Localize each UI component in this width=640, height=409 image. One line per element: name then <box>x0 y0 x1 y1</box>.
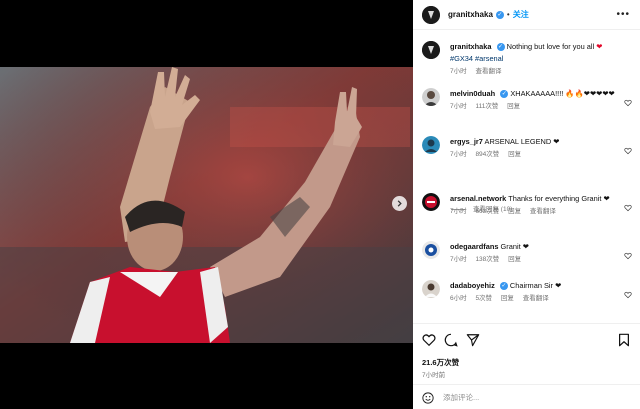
reply-button[interactable]: 回复 <box>507 103 520 110</box>
post-photo[interactable] <box>0 67 413 343</box>
heart-icon[interactable] <box>422 333 436 347</box>
commenter-avatar[interactable] <box>422 241 440 259</box>
commenter-avatar[interactable] <box>422 280 440 298</box>
share-icon[interactable] <box>466 333 480 347</box>
next-image-button[interactable] <box>392 196 407 211</box>
comment-time: 7小时 <box>450 208 467 215</box>
more-icon[interactable]: ••• <box>616 9 630 20</box>
comment-username[interactable]: arsenal.network <box>450 194 506 203</box>
translate-button[interactable]: 查看翻译 <box>523 295 549 302</box>
author-avatar[interactable] <box>422 41 440 59</box>
likes-count[interactable]: 21.6万次赞 <box>422 357 459 368</box>
post-actions: 21.6万次赞 7小时前 <box>413 323 640 383</box>
reply-button[interactable]: 回复 <box>508 208 521 215</box>
caption-username[interactable]: granitxhaka <box>450 42 492 51</box>
commenter-avatar[interactable] <box>422 88 440 106</box>
emoji-icon[interactable] <box>422 391 434 404</box>
translate-button[interactable]: 查看翻译 <box>530 208 556 215</box>
comments-list[interactable]: granitxhaka ✓ Nothing but love for you a… <box>413 31 640 323</box>
add-comment-bar <box>413 384 640 409</box>
reply-button[interactable]: 回复 <box>508 151 521 158</box>
author-username[interactable]: granitxhaka <box>448 10 493 19</box>
caption-hashtags[interactable]: #GX34 #arsenal <box>450 54 503 63</box>
heart-icon[interactable] <box>624 94 632 107</box>
author-avatar[interactable] <box>422 5 440 24</box>
comment-text: XHAKAAAAA!!!! 🔥🔥❤❤❤❤❤ <box>510 89 615 98</box>
comment-text: Thanks for everything Granit ❤ <box>508 194 610 203</box>
verified-icon: ✓ <box>495 10 504 19</box>
comment-text: Chairman Sir ❤ <box>509 281 562 290</box>
comment-likes[interactable]: 5次赞 <box>475 295 492 302</box>
comment-username[interactable]: ergys_jr7 <box>450 137 483 146</box>
reply-button[interactable]: 回复 <box>508 256 521 263</box>
comment-username[interactable]: odegaardfans <box>450 242 498 251</box>
commenter-avatar[interactable] <box>422 136 440 154</box>
heart-icon[interactable] <box>624 199 632 212</box>
separator-dot: • <box>506 10 510 19</box>
comment-time: 7小时 <box>450 151 467 158</box>
comment-likes[interactable]: 111次赞 <box>475 103 498 110</box>
verified-icon: ✓ <box>500 90 509 99</box>
comment-time: 6小时 <box>450 295 467 302</box>
caption-time: 7小时 <box>450 68 467 75</box>
post-header: granitxhaka ✓ • 关注 ••• <box>413 0 640 30</box>
bookmark-icon[interactable] <box>617 333 631 347</box>
heart-icon[interactable] <box>624 142 632 155</box>
comment-text: Granit ❤ <box>500 242 529 251</box>
comment-time: 7小时 <box>450 256 467 263</box>
next-arrow-icon <box>395 195 404 213</box>
comment-likes[interactable]: 894次赞 <box>475 151 499 158</box>
post-time: 7小时前 <box>422 372 446 379</box>
heart-icon[interactable] <box>624 286 632 299</box>
verified-icon: ✓ <box>499 282 508 291</box>
comment-input[interactable] <box>443 390 593 404</box>
caption-heart: ❤ <box>596 42 603 51</box>
comment-username[interactable]: melvin0duah <box>450 89 495 98</box>
comment-text: ARSENAL LEGEND ❤ <box>484 137 560 146</box>
heart-icon[interactable] <box>624 247 632 260</box>
commenter-avatar[interactable] <box>422 193 440 211</box>
follow-button[interactable]: 关注 <box>513 9 529 20</box>
comment-time: 7小时 <box>450 103 467 110</box>
caption-text: Nothing but love for you all <box>506 42 595 51</box>
caption-translate[interactable]: 查看翻译 <box>475 68 501 75</box>
comment-likes[interactable]: 138次赞 <box>475 256 499 263</box>
post-media-panel <box>0 0 413 409</box>
player-photo-illustration <box>0 67 413 343</box>
comment-icon[interactable] <box>444 333 458 347</box>
comment-username[interactable]: dadaboyehiz <box>450 281 495 290</box>
reply-button[interactable]: 回复 <box>501 295 514 302</box>
verified-icon: ✓ <box>496 43 505 52</box>
post-detail-panel: granitxhaka ✓ • 关注 ••• granitxhaka ✓ Not… <box>413 0 640 409</box>
comment-likes[interactable]: 663次赞 <box>475 208 499 215</box>
